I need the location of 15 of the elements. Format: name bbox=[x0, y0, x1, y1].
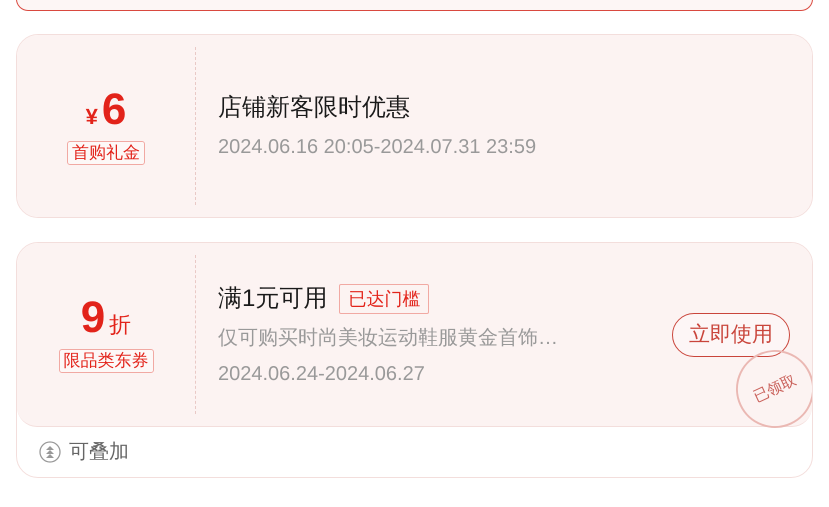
currency-symbol: ¥ bbox=[86, 102, 98, 130]
stackable-label: 可叠加 bbox=[69, 440, 129, 465]
coupon-amount: 6 bbox=[102, 88, 126, 132]
validity-period: 2024.06.16 20:05-2024.07.31 23:59 bbox=[218, 135, 538, 160]
use-now-button[interactable]: 立即使用 bbox=[672, 312, 790, 356]
threshold-badge: 已达门槛 bbox=[339, 284, 430, 314]
coupon-tag: 首购礼金 bbox=[67, 140, 145, 164]
coupon-title: 店铺新客限时优惠 bbox=[218, 93, 410, 123]
coupon-scope: 仅可购买时尚美妆运动鞋服黄金首饰… bbox=[218, 326, 559, 350]
stack-icon bbox=[39, 441, 61, 463]
coupon-title: 满1元可用 bbox=[218, 284, 328, 314]
coupon-discount: 9 bbox=[80, 296, 106, 340]
coupon-tag: 限品类东券 bbox=[58, 349, 154, 373]
validity-period: 2024.06.24-2024.06.27 bbox=[218, 362, 426, 386]
discount-unit: 折 bbox=[109, 311, 132, 339]
